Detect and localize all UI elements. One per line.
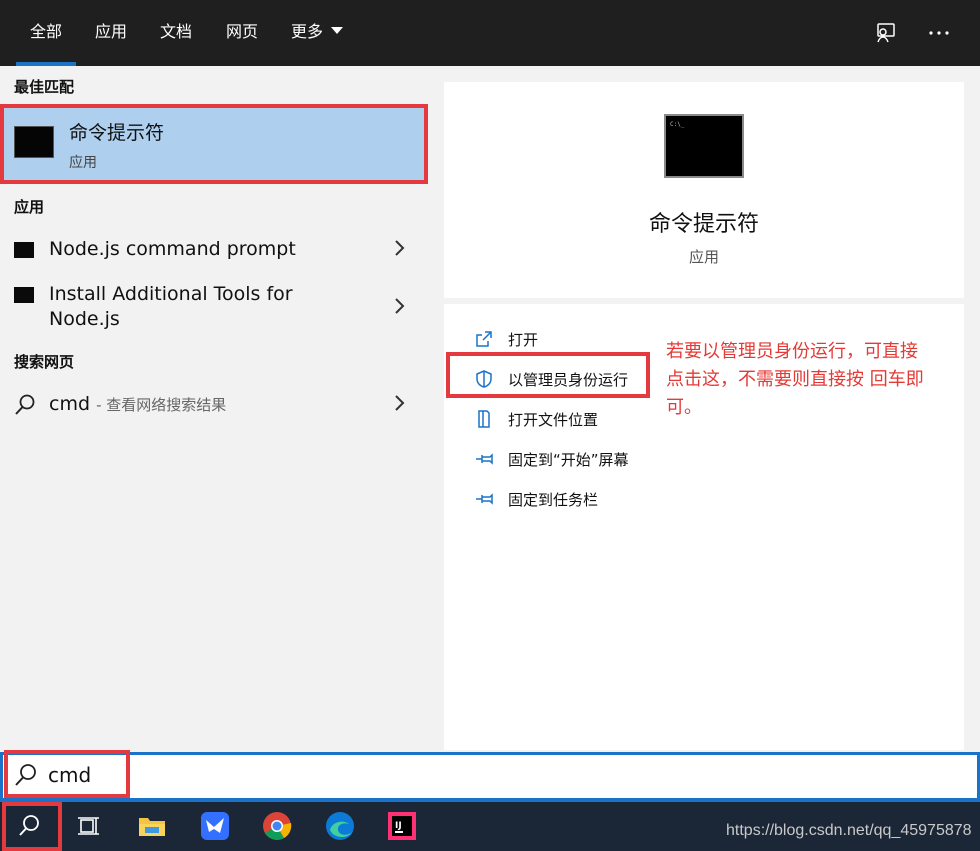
- action-pin-to-taskbar[interactable]: 固定到任务栏: [474, 486, 598, 512]
- folder-location-icon: [474, 409, 494, 429]
- annotation-note: 若要以管理员身份运行，可直接 点击这，不需要则直接按 回车即 可。: [666, 338, 956, 422]
- task-view-icon[interactable]: [69, 806, 109, 846]
- action-label: 固定到“开始”屏幕: [508, 450, 629, 469]
- tab-all[interactable]: 全部: [16, 0, 77, 66]
- action-label: 以管理员身份运行: [508, 370, 629, 389]
- annotation-line: 点击这，不需要则直接按 回车即: [666, 369, 924, 390]
- chevron-right-icon[interactable]: [392, 296, 406, 316]
- caret-down-icon: [331, 27, 344, 34]
- tab-label: 网页: [226, 22, 259, 41]
- intellij-icon[interactable]: IJ: [382, 806, 422, 846]
- best-match-title: 命令提示符: [69, 122, 165, 144]
- action-open[interactable]: 打开: [474, 326, 538, 352]
- search-input[interactable]: [48, 763, 348, 787]
- best-match-header: 最佳匹配: [14, 78, 75, 96]
- cmd-icon: [14, 242, 34, 258]
- annotation-line: 若要以管理员身份运行，可直接: [666, 341, 918, 362]
- tab-apps[interactable]: 应用: [81, 0, 141, 66]
- feishu-icon[interactable]: [195, 806, 235, 846]
- chrome-icon[interactable]: [257, 806, 297, 846]
- chevron-right-icon[interactable]: [392, 238, 406, 258]
- more-options-icon[interactable]: [924, 18, 954, 48]
- pin-icon: [474, 449, 494, 469]
- cmd-icon: C:\_: [664, 114, 744, 178]
- action-pin-to-start[interactable]: 固定到“开始”屏幕: [474, 446, 629, 472]
- cmd-icon: [14, 287, 34, 303]
- action-label: 固定到任务栏: [508, 490, 599, 509]
- tab-more[interactable]: 更多: [277, 0, 357, 66]
- web-query: cmd: [49, 393, 91, 415]
- chevron-right-icon[interactable]: [392, 393, 406, 413]
- app-result-label: Node.js command prompt: [49, 238, 296, 260]
- best-match-subtitle: 应用: [69, 155, 97, 171]
- tab-label: 文档: [160, 22, 193, 41]
- tab-documents[interactable]: 文档: [146, 0, 206, 66]
- edge-icon[interactable]: [320, 806, 360, 846]
- annotation-line: 可。: [666, 397, 702, 418]
- svg-text:IJ: IJ: [395, 821, 402, 831]
- web-hint: - 查看网络搜索结果: [96, 396, 227, 414]
- action-open-file-location[interactable]: 打开文件位置: [474, 406, 598, 432]
- shield-icon: [474, 369, 494, 389]
- web-search-header: 搜索网页: [14, 353, 75, 371]
- action-label: 打开: [508, 330, 539, 349]
- detail-title: 命令提示符: [648, 212, 759, 237]
- file-explorer-icon[interactable]: [132, 806, 172, 846]
- feedback-icon[interactable]: [871, 18, 901, 48]
- app-result-label-line2: Node.js: [49, 308, 120, 330]
- pin-icon: [474, 489, 494, 509]
- search-icon[interactable]: [9, 806, 49, 846]
- detail-subtitle: 应用: [688, 248, 719, 266]
- action-label: 打开文件位置: [508, 410, 599, 429]
- apps-header: 应用: [14, 198, 45, 216]
- svg-text:C:\_: C:\_: [670, 121, 685, 128]
- tab-label: 更多: [291, 22, 324, 41]
- top-tab-bar: 全部 应用 文档 网页 更多: [0, 0, 980, 66]
- search-icon: [15, 764, 36, 786]
- best-match-item[interactable]: [2, 108, 426, 182]
- watermark-url: https://blog.csdn.net/qq_45975878: [726, 822, 972, 839]
- search-icon: [15, 394, 35, 415]
- action-run-as-admin[interactable]: 以管理员身份运行: [474, 366, 628, 392]
- cmd-icon: [14, 126, 54, 158]
- tab-web[interactable]: 网页: [212, 0, 272, 66]
- tab-label: 全部: [30, 22, 63, 41]
- tab-label: 应用: [95, 22, 128, 41]
- app-result-label-line1: Install Additional Tools for: [49, 283, 293, 305]
- open-icon: [474, 329, 494, 349]
